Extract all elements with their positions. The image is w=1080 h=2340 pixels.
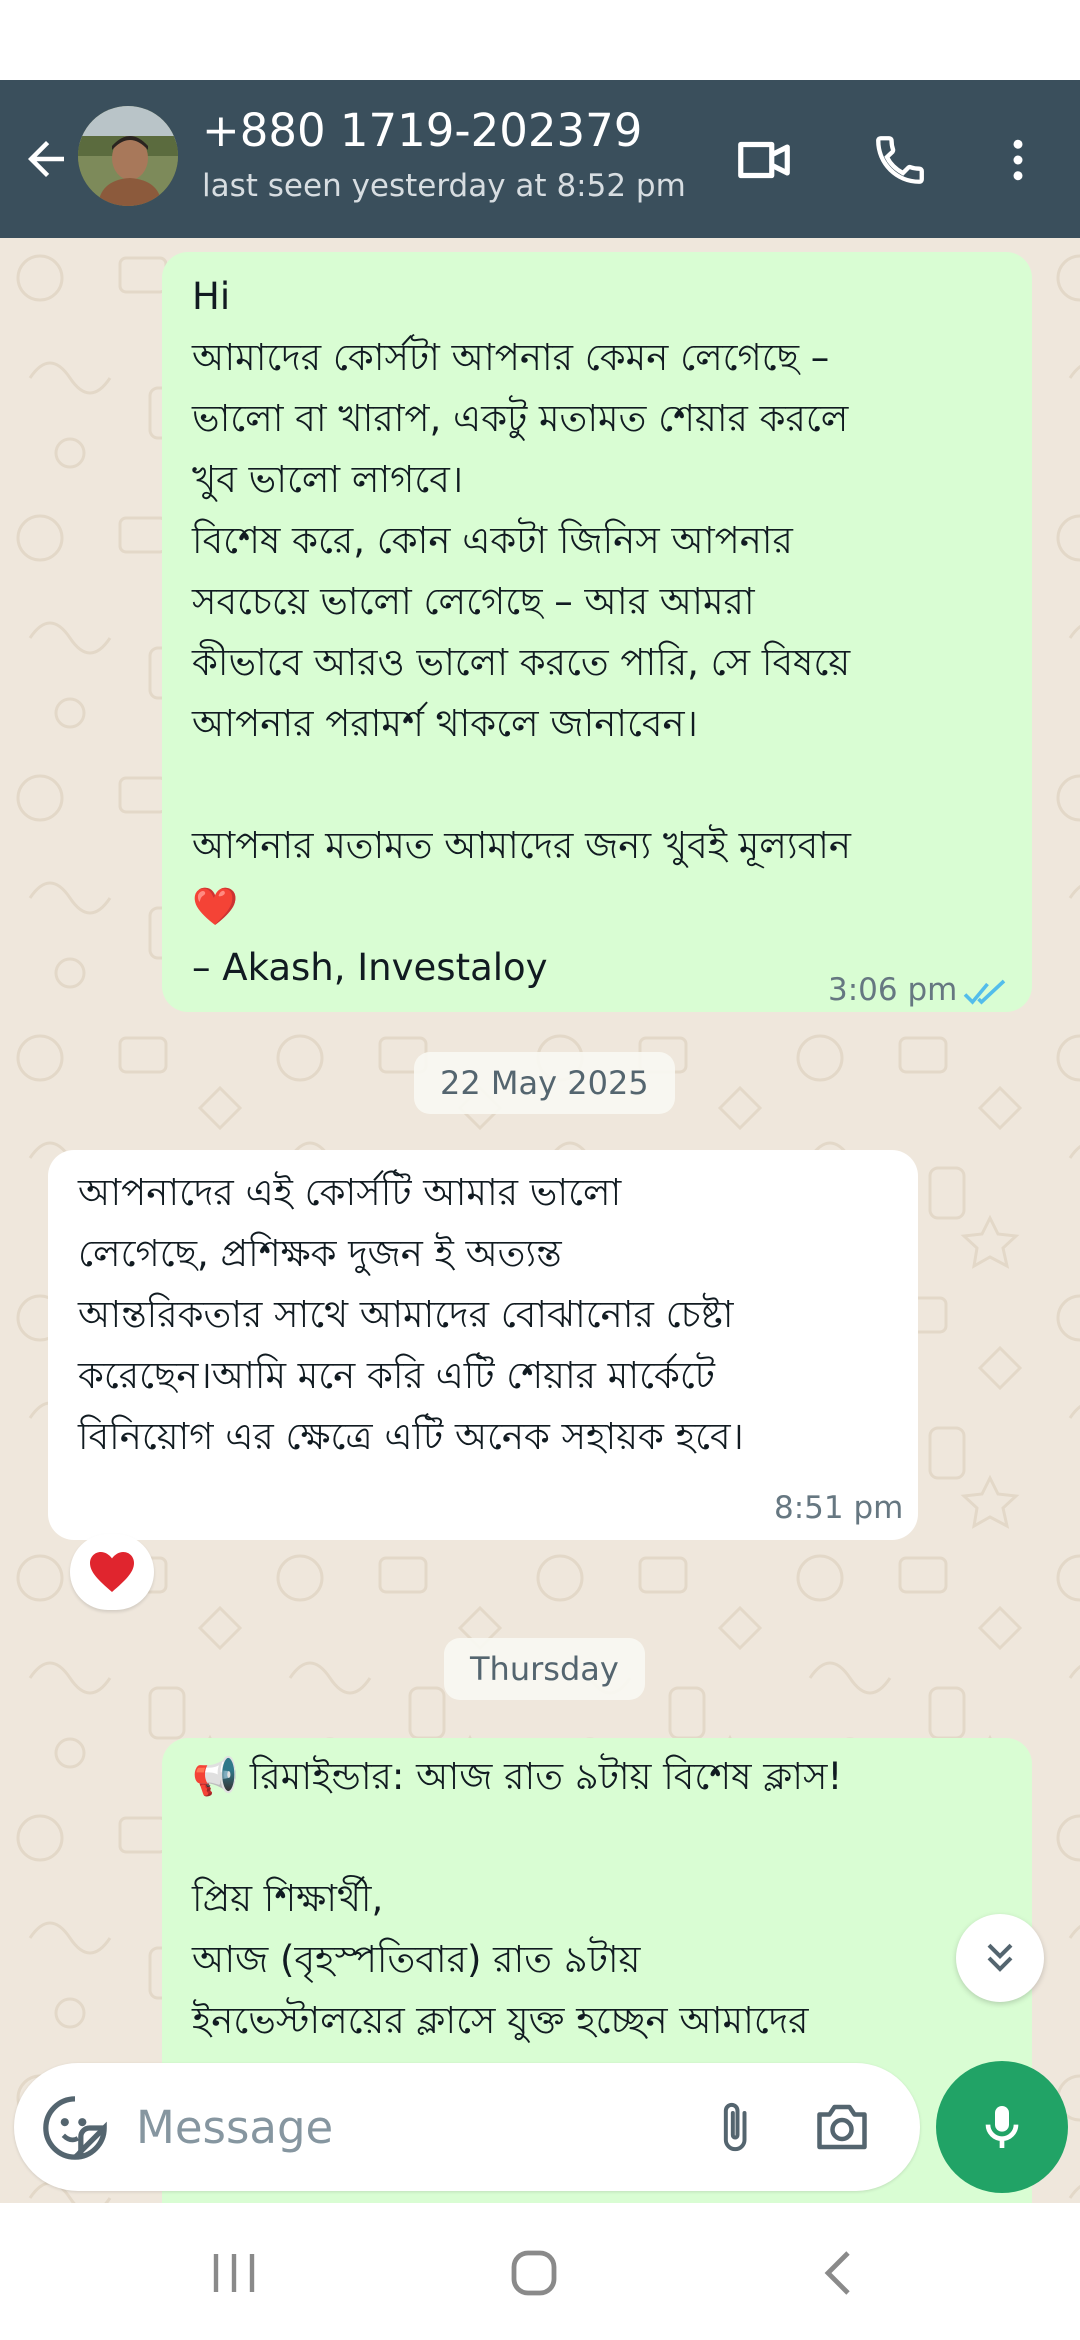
microphone-icon xyxy=(985,2106,1019,2148)
phone-icon xyxy=(876,136,924,184)
message-text: 📢 রিমাইন্ডার: আজ রাত ৯টায় বিশেষ ক্লাস! … xyxy=(192,1755,843,2042)
message-text: আপনাদের এই কোর্সটি আমার ভালো লেগেছে, প্র… xyxy=(78,1171,744,1458)
chat-header: +880 1719-202379 last seen yesterday at … xyxy=(0,80,1080,238)
back-nav-button[interactable] xyxy=(788,2233,888,2313)
recent-apps-icon xyxy=(213,2254,255,2292)
double-chevron-down-icon xyxy=(987,1943,1013,1972)
more-vertical-icon xyxy=(1013,139,1023,181)
last-seen-status: last seen yesterday at 8:52 pm xyxy=(202,168,686,204)
message-text: Hi আমাদের কোর্সটা আপনার কেমন লেগেছে – ভা… xyxy=(192,275,851,989)
sticker-emoji-icon[interactable] xyxy=(40,2093,110,2163)
voice-message-button[interactable] xyxy=(936,2061,1068,2193)
message-time: 8:51 pm xyxy=(774,1490,904,1526)
double-check-icon xyxy=(963,979,1006,1005)
outgoing-message[interactable]: Hi আমাদের কোর্সটা আপনার কেমন লেগেছে – ভা… xyxy=(162,252,1032,1012)
contact-name[interactable]: +880 1719-202379 xyxy=(202,104,642,157)
camera-icon xyxy=(817,2104,867,2150)
incoming-message[interactable]: আপনাদের এই কোর্সটি আমার ভালো লেগেছে, প্র… xyxy=(48,1150,918,1540)
heart-icon xyxy=(90,1552,134,1592)
recent-apps-button[interactable] xyxy=(184,2233,284,2313)
attach-button[interactable] xyxy=(698,2091,770,2163)
message-input[interactable] xyxy=(136,2087,696,2167)
scroll-to-bottom-button[interactable] xyxy=(956,1914,1044,2002)
video-call-button[interactable] xyxy=(724,120,804,200)
more-options-button[interactable] xyxy=(976,120,1060,200)
date-separator: Thursday xyxy=(444,1638,645,1700)
arrow-left-icon xyxy=(28,141,64,177)
voice-call-button[interactable] xyxy=(860,120,940,200)
system-navigation-bar xyxy=(0,2203,1080,2340)
camera-button[interactable] xyxy=(806,2091,878,2163)
status-bar xyxy=(0,0,1080,80)
home-icon xyxy=(511,2250,557,2296)
chevron-left-icon xyxy=(824,2251,850,2295)
home-button[interactable] xyxy=(484,2233,584,2313)
chat-area[interactable]: Hi আমাদের কোর্সটা আপনার কেমন লেগেছে – ভা… xyxy=(0,238,1080,2203)
avatar[interactable] xyxy=(78,106,178,206)
message-time: 3:06 pm xyxy=(828,972,958,1008)
back-button[interactable] xyxy=(14,124,78,194)
paperclip-icon xyxy=(723,2102,747,2152)
video-camera-icon xyxy=(738,141,790,179)
heart-reaction[interactable] xyxy=(70,1534,154,1610)
message-composer xyxy=(14,2063,920,2191)
date-separator: 22 May 2025 xyxy=(414,1052,675,1114)
